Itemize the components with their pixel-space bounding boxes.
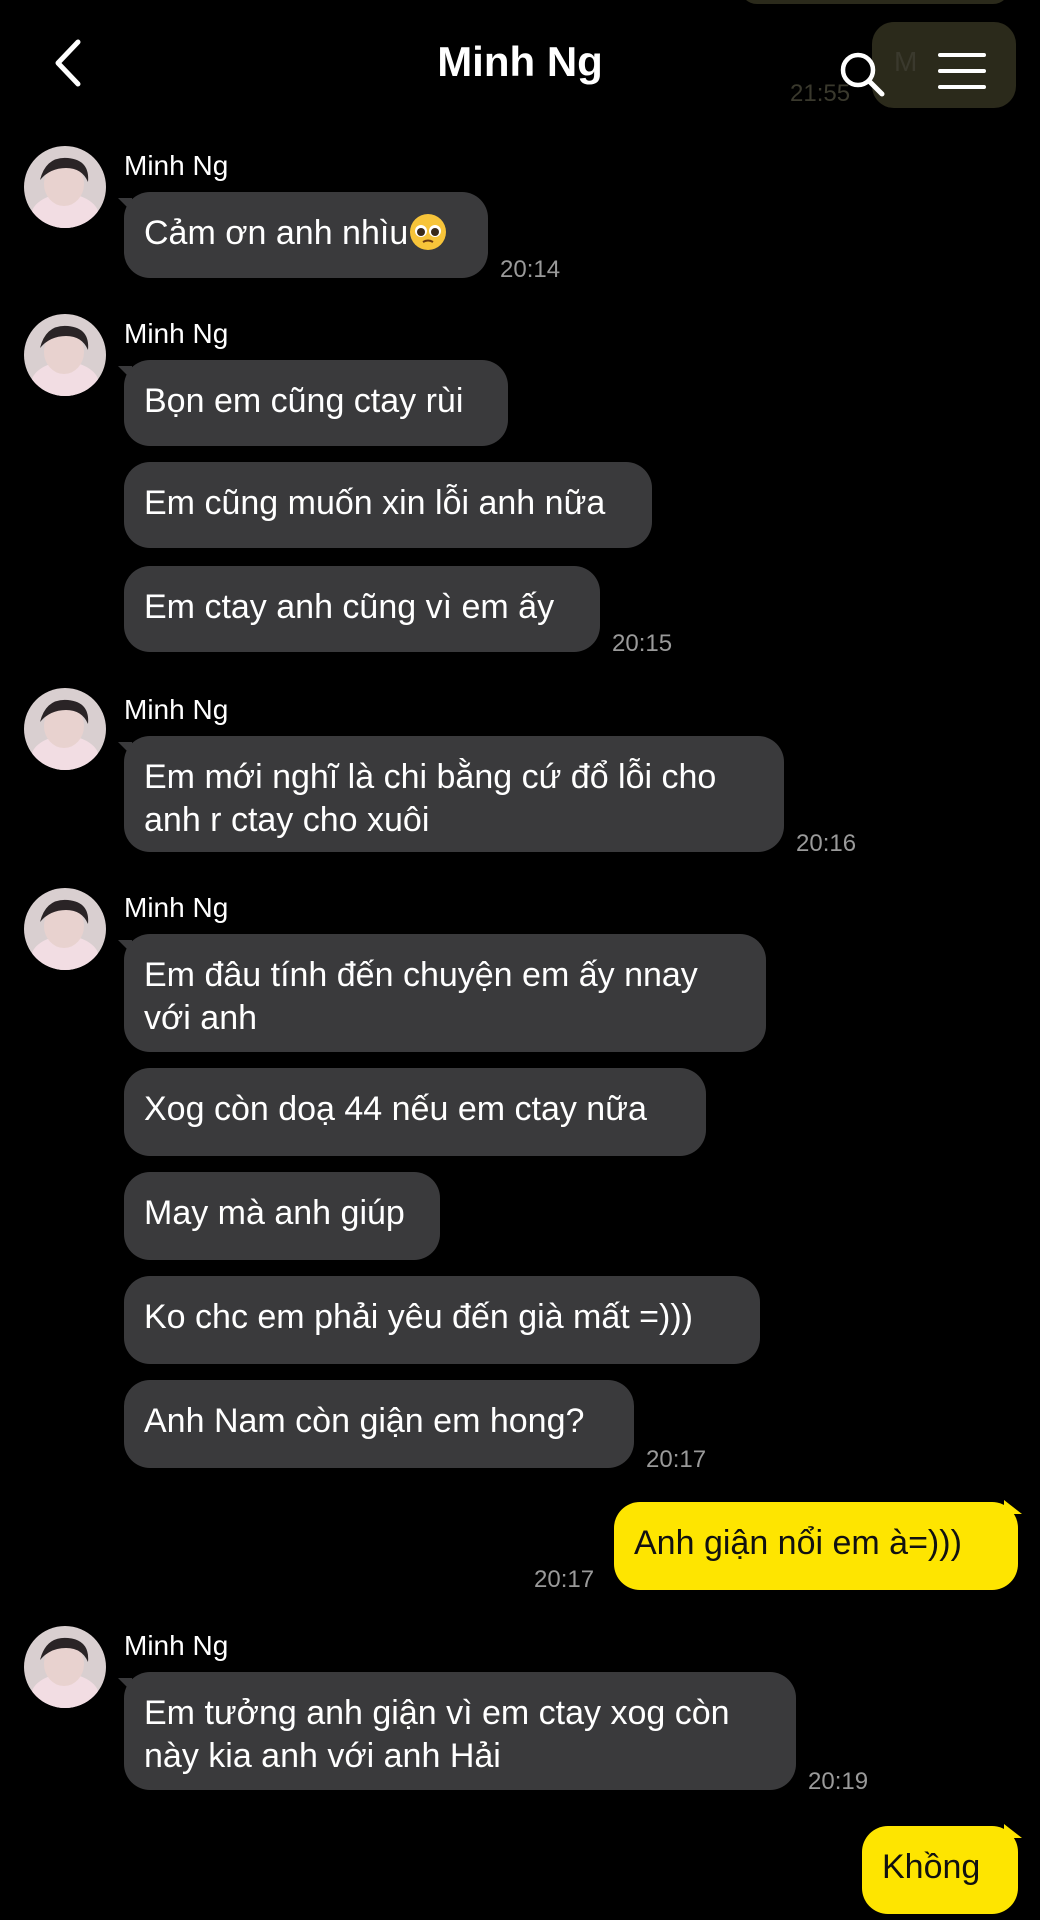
my-message-bubble[interactable]: Anh giận nổi em à=))) bbox=[614, 1502, 1018, 1590]
search-icon bbox=[840, 52, 885, 97]
sender-name: Minh Ng bbox=[124, 318, 229, 349]
bubble-tail bbox=[118, 940, 132, 954]
message-text: Bọn em cũng ctay rùi bbox=[144, 382, 464, 420]
message-bubble[interactable]: Ko chc em phải yêu đến già mất =))) bbox=[124, 1276, 760, 1364]
bubble-tail bbox=[118, 1678, 132, 1692]
message-bubble[interactable]: Cảm ơn anh nhìu bbox=[124, 192, 488, 278]
timestamp: 20:14 bbox=[500, 256, 561, 283]
menu-button[interactable] bbox=[936, 50, 988, 92]
avatar-photo bbox=[24, 314, 106, 396]
avatar-photo bbox=[24, 688, 106, 770]
message-bubble[interactable]: Xog còn doạ 44 nếu em ctay nữa bbox=[124, 1068, 706, 1156]
timestamp: 20:15 bbox=[612, 630, 673, 657]
message-bubble[interactable]: Em cũng muốn xin lỗi anh nữa bbox=[124, 462, 652, 548]
menu-icon bbox=[938, 53, 986, 89]
message-text: Em tưởng anh giận vì em ctay xog còn này… bbox=[144, 1694, 730, 1775]
message-text: Xog còn doạ 44 nếu em ctay nữa bbox=[144, 1090, 647, 1128]
message-bubble[interactable]: Em mới nghĩ là chi bằng cứ đổ lỗi cho an… bbox=[124, 736, 784, 852]
bubble-tail bbox=[1004, 1824, 1022, 1838]
sender-avatar[interactable] bbox=[24, 888, 106, 970]
sender-name: Minh Ng bbox=[124, 892, 229, 923]
sender-avatar[interactable] bbox=[24, 688, 106, 770]
message-text: Ko chc em phải yêu đến già mất =))) bbox=[144, 1298, 693, 1336]
message-text: May mà anh giúp bbox=[144, 1194, 405, 1232]
sender-name: Minh Ng bbox=[124, 1630, 229, 1661]
message-text: Anh giận nổi em à=))) bbox=[634, 1524, 962, 1562]
sender-avatar[interactable] bbox=[24, 146, 106, 228]
timestamp: 20:17 bbox=[534, 1566, 595, 1593]
message-text: Em ctay anh cũng vì em ấy bbox=[144, 588, 555, 626]
bubble-tail bbox=[118, 366, 132, 380]
timestamp: 20:17 bbox=[646, 1446, 707, 1473]
message-text: Cảm ơn anh nhìu bbox=[144, 214, 409, 252]
chat-header: M 21:55 Minh Ng bbox=[0, 0, 1040, 130]
message-text: Em đâu tính đến chuyện em ấy nnay với an… bbox=[144, 956, 698, 1037]
message-bubble[interactable]: Em đâu tính đến chuyện em ấy nnay với an… bbox=[124, 934, 766, 1052]
avatar-photo bbox=[24, 146, 106, 228]
bubble-tail bbox=[1004, 1500, 1022, 1514]
bubble-tail bbox=[118, 742, 132, 756]
avatar-photo bbox=[24, 1626, 106, 1708]
message-bubble[interactable]: Em ctay anh cũng vì em ấy bbox=[124, 566, 600, 652]
message-text: Anh Nam còn giận em hong? bbox=[144, 1402, 585, 1440]
avatar-photo bbox=[24, 888, 106, 970]
my-message-bubble[interactable]: Khồng bbox=[862, 1826, 1018, 1914]
search-button[interactable] bbox=[838, 50, 886, 98]
sender-avatar[interactable] bbox=[24, 1626, 106, 1708]
emoji-pleading-face-icon bbox=[410, 214, 447, 250]
sender-name: Minh Ng bbox=[124, 150, 229, 181]
message-bubble[interactable]: Anh Nam còn giận em hong? bbox=[124, 1380, 634, 1468]
sender-avatar[interactable] bbox=[24, 314, 106, 396]
message-text: Khồng bbox=[882, 1848, 981, 1886]
timestamp: 20:19 bbox=[808, 1768, 869, 1795]
message-bubble[interactable]: Em tưởng anh giận vì em ctay xog còn này… bbox=[124, 1672, 796, 1790]
sender-name: Minh Ng bbox=[124, 694, 229, 725]
message-text: Em cũng muốn xin lỗi anh nữa bbox=[144, 484, 606, 522]
faded-bubble-behind-header bbox=[740, 0, 1010, 4]
message-text: Em mới nghĩ là chi bằng cứ đổ lỗi cho an… bbox=[144, 758, 717, 839]
message-bubble[interactable]: Bọn em cũng ctay rùi bbox=[124, 360, 508, 446]
bubble-tail bbox=[118, 198, 132, 212]
timestamp: 20:16 bbox=[796, 830, 857, 857]
message-bubble[interactable]: May mà anh giúp bbox=[124, 1172, 440, 1260]
